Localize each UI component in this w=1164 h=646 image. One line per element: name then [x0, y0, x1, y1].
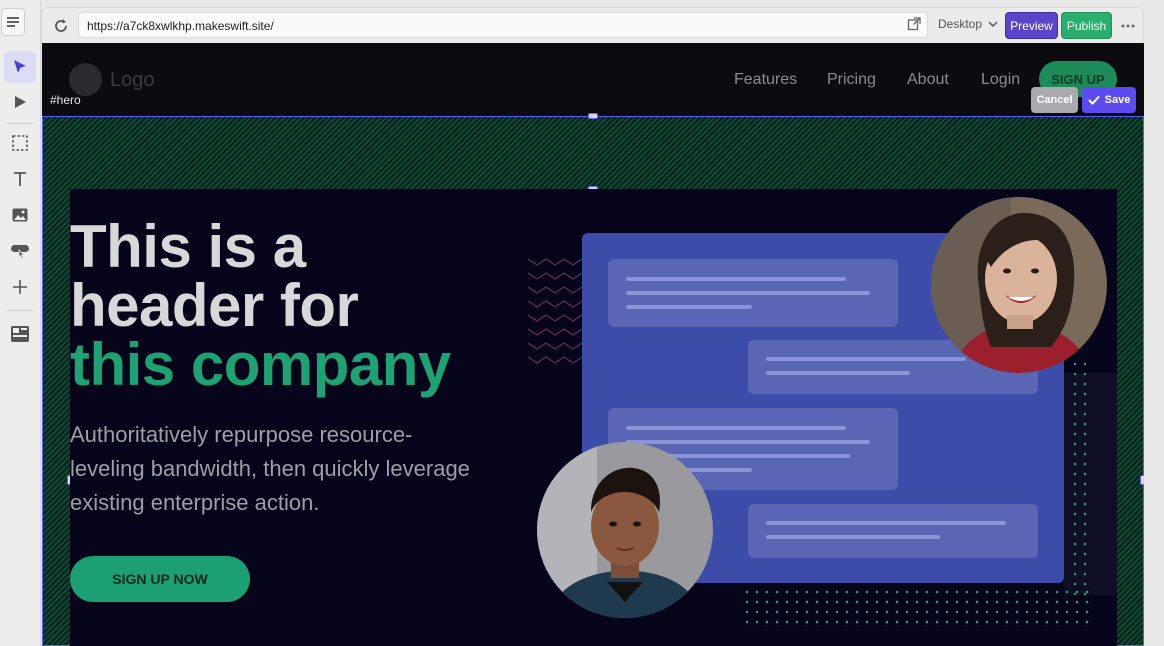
hero-section[interactable]: This is a header for this company Author… [42, 113, 1144, 646]
menu-icon[interactable] [1, 8, 25, 36]
cancel-button[interactable]: Cancel [1031, 87, 1078, 113]
signup-now-button[interactable]: SIGN UP NOW [70, 556, 250, 602]
box-tool-icon[interactable] [4, 127, 36, 159]
dot-grid-right [1070, 359, 1092, 599]
publish-button[interactable]: Publish [1061, 12, 1112, 39]
resize-handle-top[interactable] [588, 113, 598, 119]
image-tool-icon[interactable] [4, 199, 36, 231]
nav-link-features[interactable]: Features [734, 71, 797, 89]
save-button[interactable]: Save [1082, 87, 1136, 113]
site-canvas[interactable]: Logo Features Pricing About Login SIGN U… [42, 43, 1144, 646]
select-tool-icon[interactable] [4, 51, 36, 83]
text-tool-icon[interactable] [4, 163, 36, 195]
play-icon[interactable] [4, 86, 36, 118]
hero-heading-line1: This is a [70, 213, 306, 280]
selected-element-label: #hero [50, 93, 81, 107]
logo-mark [69, 63, 102, 96]
save-label: Save [1104, 94, 1131, 106]
chevron-down-icon [988, 21, 998, 27]
reload-icon[interactable] [50, 15, 72, 37]
logo-text: Logo [110, 69, 155, 91]
nav-link-pricing[interactable]: Pricing [827, 71, 876, 89]
zigzag-decoration [528, 258, 582, 364]
check-icon [1087, 95, 1100, 105]
hero-subtitle: Authoritatively repurpose resource-level… [70, 422, 470, 515]
more-options-icon[interactable] [1119, 17, 1137, 35]
tool-rail [0, 0, 41, 646]
button-tool-icon[interactable] [4, 235, 36, 267]
external-link-icon[interactable] [907, 17, 923, 33]
nav-link-about[interactable]: About [907, 71, 949, 89]
resize-handle-right[interactable] [1140, 475, 1144, 485]
site-navbar: Logo Features Pricing About Login SIGN U… [42, 43, 1144, 116]
avatar-woman [931, 197, 1107, 373]
avatar-man [537, 442, 713, 618]
hero-heading-line3: this company [70, 331, 451, 398]
hero-heading: This is a header for this company [70, 213, 451, 398]
browser-toolbar: https://a7ck8xwlkhp.makeswift.site/ Desk… [41, 7, 1144, 43]
hero-heading-line2: header for [70, 272, 359, 339]
chat-bubble [608, 259, 898, 327]
dot-grid-bottom [742, 587, 1092, 631]
chat-bubble [748, 504, 1038, 558]
preview-button[interactable]: Preview [1005, 12, 1058, 39]
hero-content: This is a header for this company Author… [70, 189, 1117, 646]
component-tool-icon[interactable] [4, 318, 36, 350]
url-text: https://a7ck8xwlkhp.makeswift.site/ [87, 19, 274, 33]
resize-handle-left[interactable] [42, 475, 43, 485]
nav-link-login[interactable]: Login [981, 71, 1020, 89]
url-field[interactable]: https://a7ck8xwlkhp.makeswift.site/ [78, 12, 928, 38]
device-label: Desktop [938, 17, 983, 31]
add-icon[interactable] [4, 271, 36, 303]
device-select[interactable]: Desktop [938, 17, 998, 31]
